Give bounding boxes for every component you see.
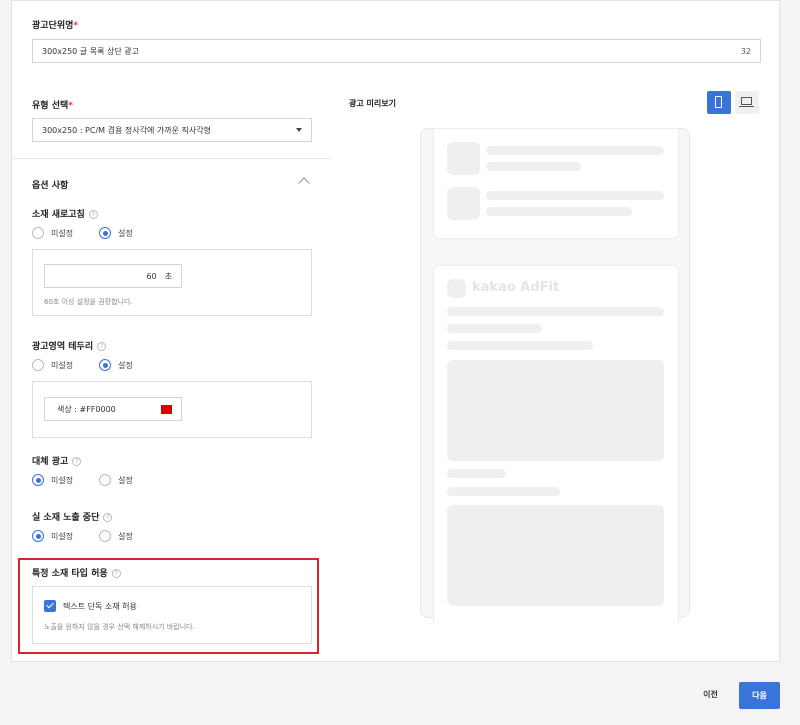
desktop-icon — [741, 97, 752, 105]
skeleton-card — [433, 128, 679, 239]
divider — [12, 158, 330, 159]
preview-title: 광고 미리보기 — [349, 99, 396, 108]
refresh-label: 소재 새로고침? — [32, 207, 98, 220]
stop-radio-on[interactable]: 설정 — [99, 530, 133, 542]
question-circle-icon[interactable]: ? — [88, 210, 98, 219]
prev-button[interactable]: 이전 — [693, 689, 728, 703]
desktop-preview-button[interactable] — [735, 91, 759, 114]
refresh-seconds-input[interactable]: 60 초 — [44, 264, 182, 288]
border-label: 광고영역 테두리? — [32, 339, 107, 352]
border-color-input[interactable]: 색상 : #FF0000 — [44, 397, 182, 421]
question-circle-icon[interactable]: ? — [72, 457, 82, 466]
ad-preview-card: kakao AdFit — [433, 265, 679, 625]
border-radio-off[interactable]: 미설정 — [32, 359, 73, 371]
adfit-logo-icon — [447, 279, 466, 298]
radio-button[interactable] — [32, 474, 44, 486]
refresh-radio-off[interactable]: 미설정 — [32, 227, 73, 239]
refresh-radio-on[interactable]: 설정 — [99, 227, 133, 239]
mobile-icon — [715, 96, 722, 108]
options-title: 옵션 사항 — [32, 181, 69, 191]
radio-button[interactable] — [99, 474, 111, 486]
border-radio-on[interactable]: 설정 — [99, 359, 133, 371]
color-swatch[interactable] — [161, 404, 172, 414]
type-select-label: 유형 선택* — [32, 101, 73, 111]
radio-button[interactable] — [32, 227, 44, 239]
alt-ad-radio-on[interactable]: 설정 — [99, 474, 133, 486]
alt-ad-radio-off[interactable]: 미설정 — [32, 474, 73, 486]
stop-radio-off[interactable]: 미설정 — [32, 530, 73, 542]
radio-button[interactable] — [99, 530, 111, 542]
chevron-up-icon[interactable] — [298, 177, 310, 189]
question-circle-icon[interactable]: ? — [103, 513, 113, 522]
radio-button[interactable] — [99, 227, 111, 239]
radio-button[interactable] — [32, 530, 44, 542]
adfit-watermark: kakao AdFit — [472, 280, 560, 295]
mobile-preview-button[interactable] — [707, 91, 731, 114]
type-select-dropdown[interactable]: 300x250 : PC/M 겸용 정사각에 가까운 직사각형 — [32, 118, 312, 142]
alt-ad-label: 대체 광고? — [32, 454, 82, 467]
question-circle-icon[interactable]: ? — [97, 342, 107, 351]
radio-button[interactable] — [32, 359, 44, 371]
refresh-settings-box: 60 초 60초 이상 설정을 권장합니다. — [32, 249, 312, 316]
next-button[interactable]: 다음 — [739, 682, 780, 709]
highlight-box — [18, 558, 319, 654]
refresh-hint: 60초 이상 설정을 권장합니다. — [44, 298, 133, 306]
char-count: 32 — [740, 46, 751, 56]
phone-frame: kakao AdFit — [420, 128, 690, 625]
preview-panel: 광고 미리보기 kakao AdFit — [330, 78, 780, 662]
radio-button[interactable] — [99, 359, 111, 371]
stop-label: 실 소재 노출 중단? — [32, 510, 113, 523]
ad-unit-panel: 광고단위명* 300x250 글 목록 상단 광고 32 — [11, 0, 780, 79]
ad-unit-label: 광고단위명* — [32, 21, 79, 31]
border-settings-box: 색상 : #FF0000 — [32, 381, 312, 438]
caret-down-icon — [296, 128, 302, 132]
ad-unit-name-input[interactable]: 300x250 글 목록 상단 광고 32 — [32, 39, 761, 63]
